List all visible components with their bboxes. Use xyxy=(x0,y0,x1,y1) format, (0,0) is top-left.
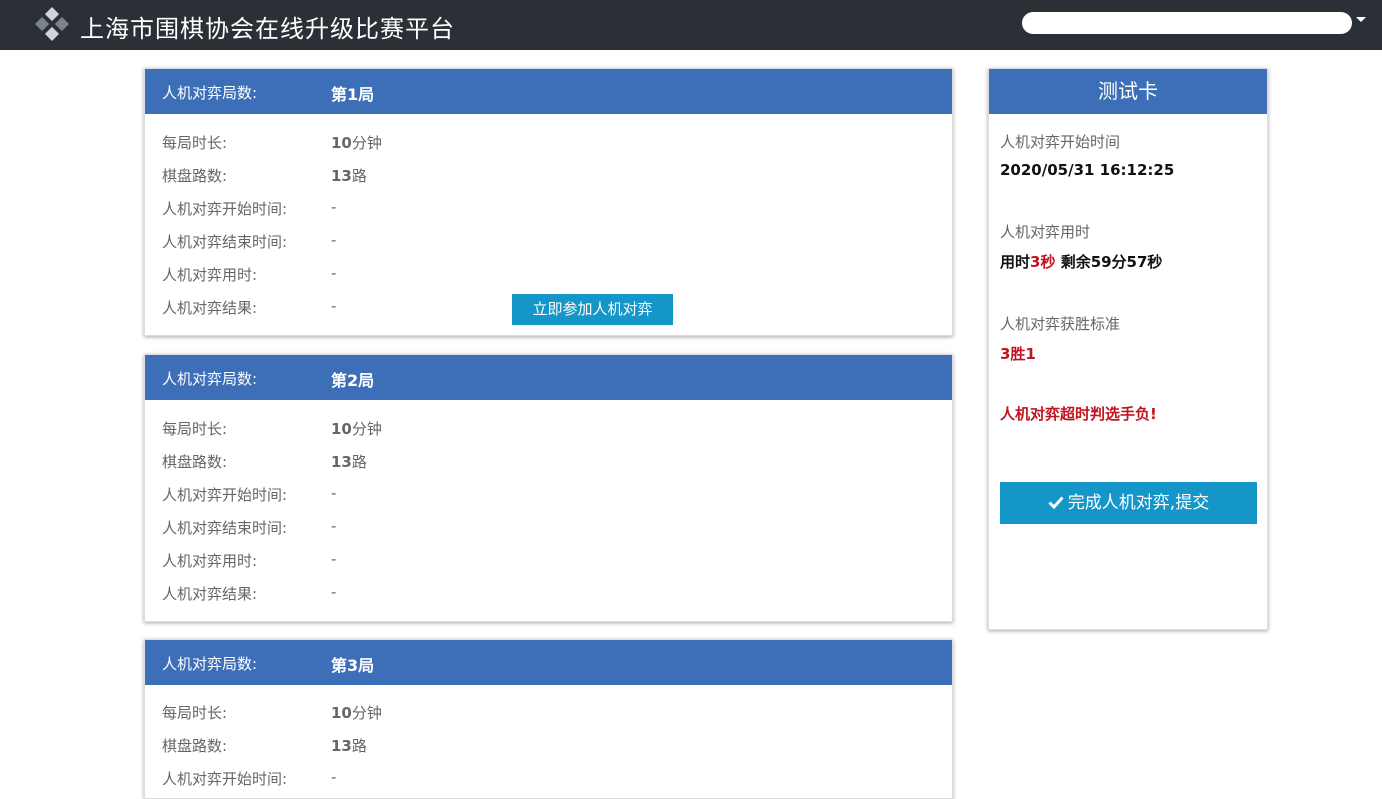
start-time-value: - xyxy=(331,198,337,216)
used-time-value: - xyxy=(331,550,337,568)
round-card-1: 人机对弈局数: 第1局 每局时长: 10分钟 棋盘路数: 13路 人机对弈开始时… xyxy=(144,68,953,336)
submit-button-label: 完成人机对弈,提交 xyxy=(1067,493,1210,513)
top-navbar: 上海市围棋协会在线升级比赛平台 xyxy=(0,0,1382,50)
used-time-value: - xyxy=(331,264,337,282)
join-game-button[interactable]: 立即参加人机对弈 xyxy=(512,294,673,325)
test-card-title: 测试卡 xyxy=(989,69,1267,114)
start-time-value: 2020/05/31 16:12:25 xyxy=(1000,161,1175,179)
used-time-label: 人机对弈用时 xyxy=(1000,223,1091,241)
board-size-label: 棋盘路数: xyxy=(162,167,228,185)
round-count-label: 人机对弈局数: xyxy=(162,84,258,102)
board-size-label: 棋盘路数: xyxy=(162,737,228,755)
result-label: 人机对弈结果: xyxy=(162,585,258,603)
caret-down-icon[interactable] xyxy=(1356,17,1366,22)
timeout-warning: 人机对弈超时判选手负! xyxy=(1000,405,1157,423)
used-time-label: 人机对弈用时: xyxy=(162,266,258,284)
start-time-label: 人机对弈开始时间: xyxy=(162,486,288,504)
end-time-label: 人机对弈结束时间: xyxy=(162,519,288,537)
test-card: 测试卡 人机对弈开始时间 2020/05/31 16:12:25 人机对弈用时 … xyxy=(988,68,1268,630)
used-time-value: 用时3秒 剩余59分57秒 xyxy=(1000,253,1163,271)
duration-value: 10分钟 xyxy=(331,420,382,438)
used-time-label: 人机对弈用时: xyxy=(162,552,258,570)
win-standard-label: 人机对弈获胜标准 xyxy=(1000,315,1121,333)
round-count-label: 人机对弈局数: xyxy=(162,655,258,673)
end-time-value: - xyxy=(331,517,337,535)
go-stones-logo-icon[interactable] xyxy=(34,6,70,42)
duration-label: 每局时长: xyxy=(162,420,228,438)
round-header: 人机对弈局数: 第1局 xyxy=(145,69,952,114)
duration-value: 10分钟 xyxy=(331,134,382,152)
start-time-label: 人机对弈开始时间: xyxy=(162,200,288,218)
start-time-value: - xyxy=(331,484,337,502)
board-size-value: 13路 xyxy=(331,453,367,471)
site-title[interactable]: 上海市围棋协会在线升级比赛平台 xyxy=(80,9,455,44)
start-time-label: 人机对弈开始时间: xyxy=(162,770,288,788)
round-count-value: 第3局 xyxy=(331,656,375,675)
round-count-label: 人机对弈局数: xyxy=(162,370,258,388)
submit-button[interactable]: 完成人机对弈,提交 xyxy=(1000,482,1257,524)
duration-label: 每局时长: xyxy=(162,704,228,722)
round-count-value: 第1局 xyxy=(331,85,375,104)
result-value: - xyxy=(331,583,337,601)
check-icon xyxy=(1048,496,1064,510)
round-header: 人机对弈局数: 第3局 xyxy=(145,640,952,685)
duration-value: 10分钟 xyxy=(331,704,382,722)
start-time-value: - xyxy=(331,768,337,786)
user-menu-name[interactable] xyxy=(1022,12,1352,34)
board-size-value: 13路 xyxy=(331,737,367,755)
round-header: 人机对弈局数: 第2局 xyxy=(145,355,952,400)
result-label: 人机对弈结果: xyxy=(162,299,258,317)
end-time-value: - xyxy=(331,231,337,249)
end-time-label: 人机对弈结束时间: xyxy=(162,233,288,251)
start-time-label: 人机对弈开始时间 xyxy=(1000,133,1121,151)
duration-label: 每局时长: xyxy=(162,134,228,152)
round-card-2: 人机对弈局数: 第2局 每局时长: 10分钟 棋盘路数: 13路 人机对弈开始时… xyxy=(144,354,953,622)
round-card-3: 人机对弈局数: 第3局 每局时长: 10分钟 棋盘路数: 13路 人机对弈开始时… xyxy=(144,639,953,799)
result-value: - xyxy=(331,297,337,315)
board-size-value: 13路 xyxy=(331,167,367,185)
round-count-value: 第2局 xyxy=(331,371,375,390)
win-standard-value: 3胜1 xyxy=(1000,345,1036,363)
board-size-label: 棋盘路数: xyxy=(162,453,228,471)
